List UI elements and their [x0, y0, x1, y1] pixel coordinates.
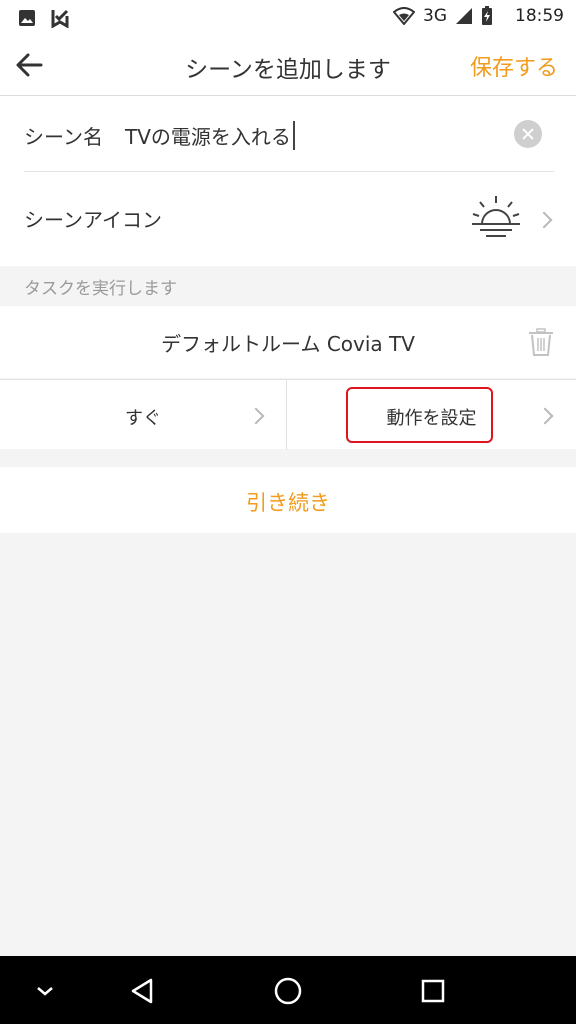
- chevron-right-icon: [250, 408, 264, 422]
- chevron-right-icon: [538, 212, 552, 226]
- timing-label: すぐ: [125, 408, 161, 429]
- scene-name-field[interactable]: シーン名 TVの電源を入れる: [24, 118, 544, 152]
- app-screen: 3G 18:59 シーンを追加します 保存する シーン名 TVの電源を入れる シ…: [0, 0, 576, 1024]
- chevron-right-icon: [539, 408, 553, 422]
- task-device-row: デフォルトルーム Covia TV: [0, 306, 576, 378]
- nav-down-button[interactable]: [28, 974, 62, 1008]
- timing-selector[interactable]: すぐ: [0, 380, 287, 450]
- system-nav-bar: [0, 956, 576, 1024]
- scene-icon-row[interactable]: シーンアイコン: [0, 172, 576, 266]
- sunrise-icon: [472, 196, 520, 237]
- task-device-title: デフォルトルーム Covia TV: [161, 332, 415, 356]
- set-action-label: 動作を設定: [386, 408, 477, 429]
- scene-icon-label: シーンアイコン: [24, 208, 162, 232]
- wifi-icon: [393, 7, 415, 25]
- task-action-row: すぐ 動作を設定: [0, 379, 576, 450]
- check-notification-icon: [51, 9, 69, 28]
- circle-home-icon: [274, 977, 302, 1005]
- scene-name-input[interactable]: TVの電源を入れる: [125, 120, 295, 150]
- set-action-selector[interactable]: 動作を設定: [288, 380, 575, 450]
- scene-name-label: シーン名: [24, 124, 103, 149]
- save-button[interactable]: 保存する: [470, 50, 558, 82]
- network-type: 3G: [423, 6, 447, 26]
- nav-home-button[interactable]: [271, 974, 305, 1008]
- chevron-down-icon: [37, 987, 53, 996]
- continue-button[interactable]: 引き続き: [0, 467, 576, 533]
- status-bar: 3G 18:59: [0, 0, 576, 34]
- continue-label: 引き続き: [246, 491, 330, 515]
- app-bar: シーンを追加します 保存する: [0, 34, 576, 96]
- square-recent-icon: [421, 979, 445, 1003]
- clear-name-button[interactable]: [514, 120, 542, 148]
- triangle-back-icon: [131, 978, 153, 1004]
- status-notifications: [18, 8, 70, 28]
- clock: 18:59: [515, 6, 564, 26]
- trash-icon[interactable]: [528, 328, 554, 356]
- tasks-section-header: タスクを実行します: [24, 279, 177, 299]
- image-notification-icon: [19, 10, 35, 26]
- nav-recent-button[interactable]: [416, 974, 450, 1008]
- scene-settings-card: シーン名 TVの電源を入れる シーンアイコン: [0, 96, 576, 266]
- battery-icon: [482, 6, 492, 25]
- nav-back-button[interactable]: [126, 974, 160, 1008]
- status-indicators: 3G 18:59: [393, 6, 564, 26]
- signal-icon: [456, 8, 472, 24]
